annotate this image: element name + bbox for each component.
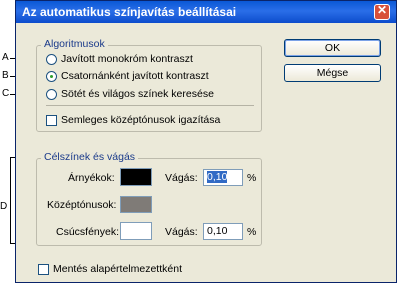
highlights-color-swatch[interactable]	[120, 222, 152, 240]
label-enhance-monochromatic[interactable]: Javított monokróm kontraszt	[61, 53, 193, 65]
title-bar: Az automatikus színjavítás beállításai ✕	[16, 1, 396, 23]
algorithms-divider	[46, 105, 254, 106]
close-button[interactable]: ✕	[374, 3, 390, 20]
shadows-color-swatch[interactable]	[120, 168, 152, 186]
dialog-title: Az automatikus színjavítás beállításai	[22, 5, 237, 19]
callout-b: B	[2, 70, 9, 81]
radio-enhance-monochromatic[interactable]	[46, 54, 57, 65]
ok-button[interactable]: OK	[284, 39, 381, 57]
checkbox-snap-neutral[interactable]	[46, 115, 57, 126]
callout-c: C	[2, 88, 10, 99]
highlights-label: Csúcsfények:	[56, 226, 120, 238]
highlights-clip-label: Vágás:	[165, 226, 198, 238]
highlights-clip-value: 0,10	[207, 225, 228, 237]
radio-selected-dot	[50, 75, 53, 78]
algorithms-legend: Algoritmusok	[41, 38, 108, 50]
midtones-color-swatch[interactable]	[120, 196, 152, 213]
radio-find-dark-light[interactable]	[46, 89, 57, 100]
highlights-clip-unit: %	[247, 226, 257, 238]
shadows-clip-value: 0,10	[207, 171, 228, 183]
label-enhance-per-channel[interactable]: Csatornánként javított kontraszt	[61, 70, 209, 82]
callout-d: D	[0, 201, 8, 212]
callout-a: A	[2, 52, 9, 63]
label-save-defaults[interactable]: Mentés alapértelmezettként	[53, 263, 182, 275]
radio-enhance-per-channel[interactable]	[46, 71, 57, 82]
shadows-label: Árnyékok:	[68, 172, 115, 184]
close-icon: ✕	[376, 3, 388, 17]
checkbox-save-defaults[interactable]	[38, 264, 49, 275]
shadows-clip-label: Vágás:	[165, 172, 198, 184]
cancel-button[interactable]: Mégse	[284, 64, 381, 82]
shadows-clip-unit: %	[247, 172, 257, 184]
label-snap-neutral[interactable]: Semleges középtónusok igazítása	[61, 114, 220, 126]
auto-color-dialog: Az automatikus színjavítás beállításai ✕…	[15, 0, 397, 283]
label-find-dark-light[interactable]: Sötét és világos színek keresése	[61, 88, 214, 100]
midtones-label: Középtónusok:	[47, 199, 117, 211]
highlights-clip-input[interactable]: 0,10	[203, 223, 243, 240]
shadows-clip-input[interactable]: 0,10	[203, 169, 243, 186]
targets-legend: Célszínek és vágás	[41, 151, 139, 163]
